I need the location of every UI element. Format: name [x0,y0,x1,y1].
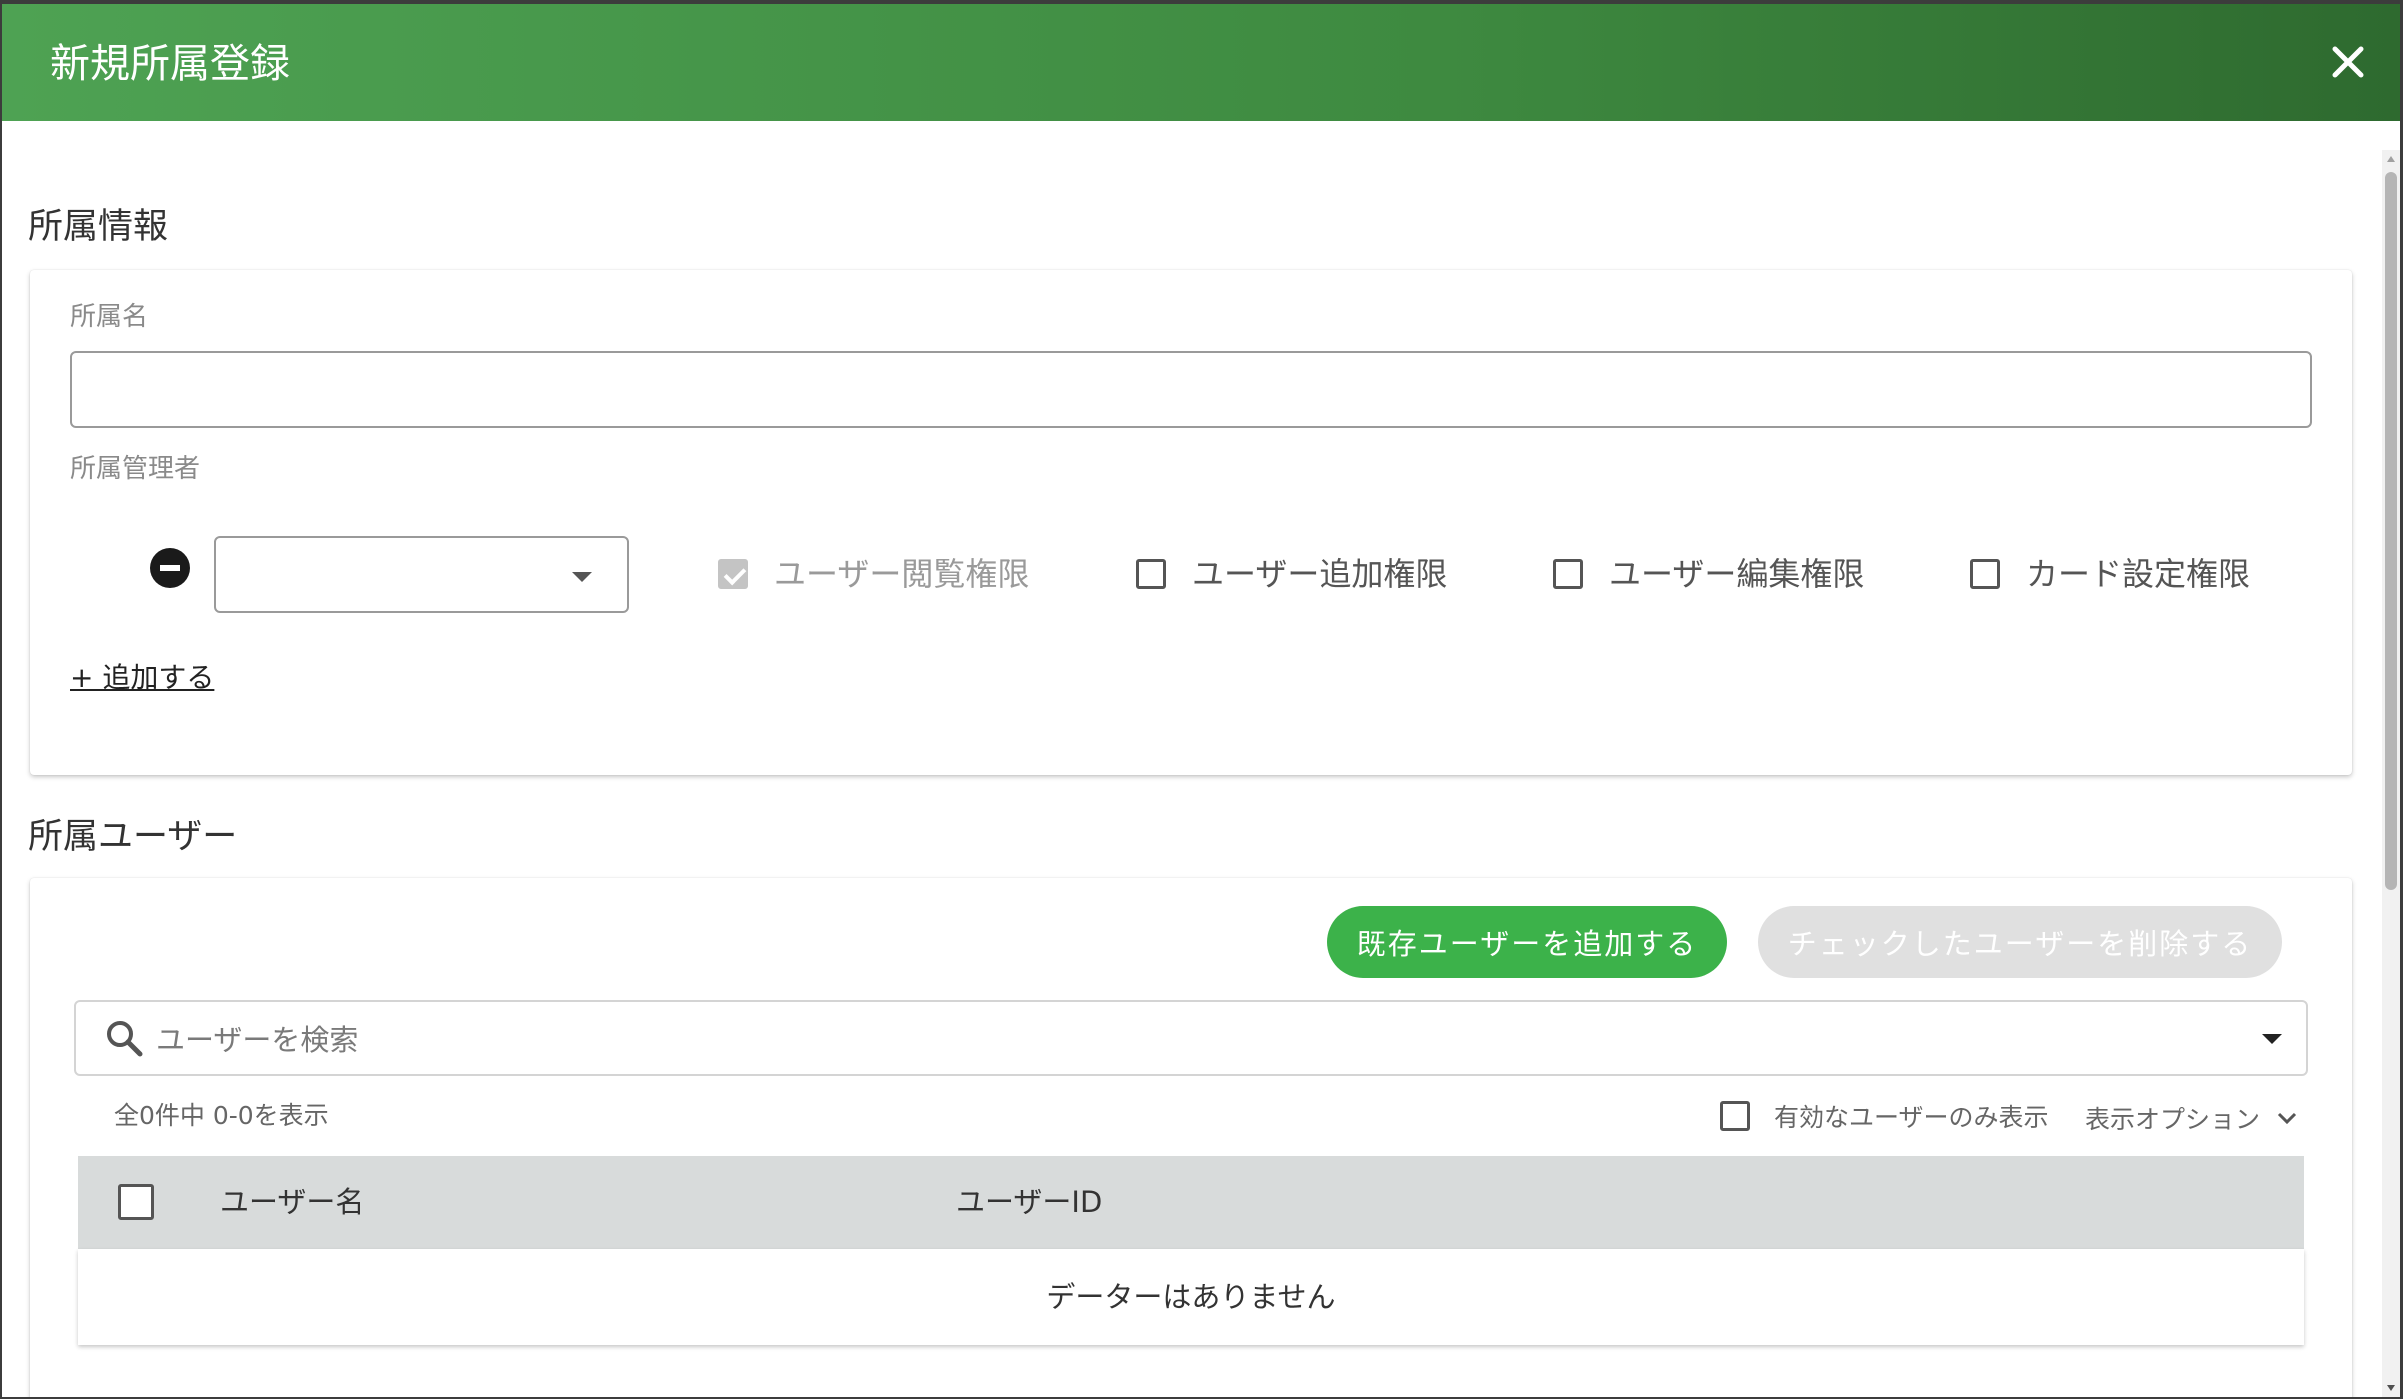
perm-card[interactable]: カード設定権限 [1970,558,2250,590]
scroll-down-arrow-icon[interactable] [2382,1379,2400,1397]
add-existing-user-button[interactable]: 既存ユーザーを追加する [1327,906,1727,978]
manager-label: 所属管理者 [70,454,201,484]
users-table-header: ユーザー名 ユーザーID [78,1156,2304,1249]
display-options-label: 表示オプション [2085,1105,2261,1134]
name-label: 所属名 [70,302,149,332]
dialog-titlebar: 新規所属登録 [2,4,2400,121]
search-dropdown-caret-icon[interactable] [2262,1034,2282,1044]
perm-card-label: カード設定権限 [2026,555,2251,593]
display-options[interactable]: 表示オプション [2085,1100,2298,1136]
chevron-down-icon [2277,1112,2297,1125]
perm-view-checkbox [718,559,748,589]
empty-message: データーはありません [1046,1280,1336,1314]
close-button[interactable] [2326,40,2370,84]
scroll-up-arrow-icon[interactable] [2382,150,2400,168]
users-table-body: データーはありません [78,1249,2304,1345]
perm-edit-checkbox[interactable] [1553,559,1583,589]
users-section-title: 所属ユーザー [28,817,238,857]
delete-checked-users-button: チェックしたユーザーを削除する [1758,906,2282,978]
users-card: 既存ユーザーを追加する チェックしたユーザーを削除する ユーザーを検索 全0件中… [30,878,2352,1397]
info-section-title: 所属情報 [28,207,169,247]
search-placeholder: ユーザーを検索 [156,1023,359,1057]
affiliation-name-input[interactable] [70,351,2312,428]
close-icon [2332,46,2364,78]
new-affiliation-dialog: 新規所属登録 所属情報 所属名 所属管理者 ユーザー閲覧権限 ユーザー追加権限 … [2,4,2400,1397]
info-card: 所属名 所属管理者 ユーザー閲覧権限 ユーザー追加権限 ユーザー編集権限 カード… [30,270,2352,775]
perm-view-label: ユーザー閲覧権限 [774,555,1030,593]
dialog-title: 新規所属登録 [50,41,290,87]
perm-add-checkbox[interactable] [1136,559,1166,589]
active-only-toggle[interactable]: 有効なユーザーのみ表示 [1720,1098,2049,1134]
perm-edit[interactable]: ユーザー編集権限 [1553,558,1864,590]
result-count: 全0件中 0-0を表示 [114,1101,329,1130]
active-only-label: 有効なユーザーのみ表示 [1774,1103,2049,1132]
user-search-box[interactable]: ユーザーを検索 [74,1000,2308,1076]
perm-edit-label: ユーザー編集権限 [1609,555,1865,593]
scrollbar-thumb[interactable] [2385,172,2397,890]
manager-select[interactable] [214,536,629,613]
column-user-name[interactable]: ユーザー名 [220,1188,364,1217]
perm-add-label: ユーザー追加権限 [1192,555,1448,593]
column-user-id[interactable]: ユーザーID [956,1188,1102,1217]
select-all-checkbox[interactable] [118,1184,154,1220]
active-only-checkbox[interactable] [1720,1101,1750,1131]
perm-view: ユーザー閲覧権限 [718,558,1029,590]
remove-manager-icon[interactable] [150,548,190,588]
scrollbar[interactable] [2382,150,2400,1397]
perm-add[interactable]: ユーザー追加権限 [1136,558,1447,590]
add-manager-link[interactable]: + 追加する [70,664,214,692]
perm-card-checkbox[interactable] [1970,559,2000,589]
search-icon [107,1021,143,1057]
dropdown-caret-icon [572,572,592,582]
